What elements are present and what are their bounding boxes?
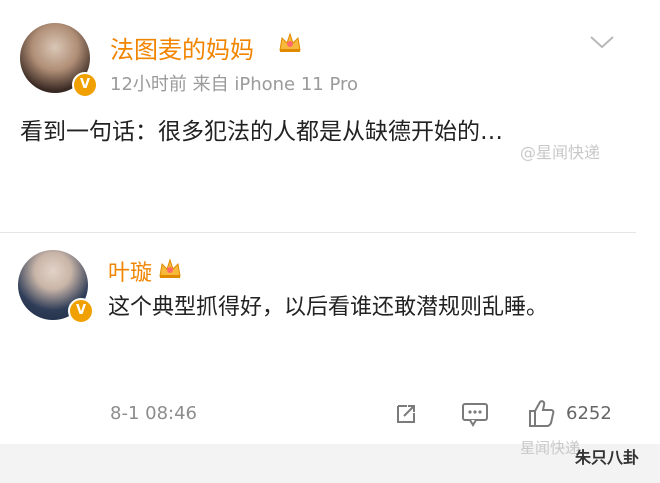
like-icon[interactable] [525, 396, 559, 430]
comment-text: 这个典型抓得好，以后看谁还敢潜规则乱睡。 [108, 295, 549, 320]
watermark-bottom-sub: 朱只八卦 [575, 448, 640, 467]
share-icon[interactable] [392, 400, 420, 428]
watermark-top: @星闻快递 [520, 143, 601, 162]
post-text: 看到一句话：很多犯法的人都是从缺德开始的… [20, 119, 503, 145]
divider [0, 232, 636, 233]
post-meta: 12小时前 来自 iPhone 11 Pro [110, 74, 359, 95]
comment-icon[interactable] [460, 400, 490, 428]
crown-icon [279, 32, 301, 52]
comment-date: 8-1 08:46 [110, 403, 197, 424]
watermark-bottom: 星闻快递 [520, 439, 581, 457]
like-count: 6252 [566, 403, 612, 424]
comment-author-name[interactable]: 叶璇 [108, 255, 152, 287]
verified-badge: V [68, 298, 94, 324]
chevron-down-icon[interactable] [588, 33, 616, 51]
crown-icon [159, 258, 181, 278]
post-author-name[interactable]: 法图麦的妈妈 [110, 30, 254, 65]
verified-badge: V [72, 72, 98, 98]
